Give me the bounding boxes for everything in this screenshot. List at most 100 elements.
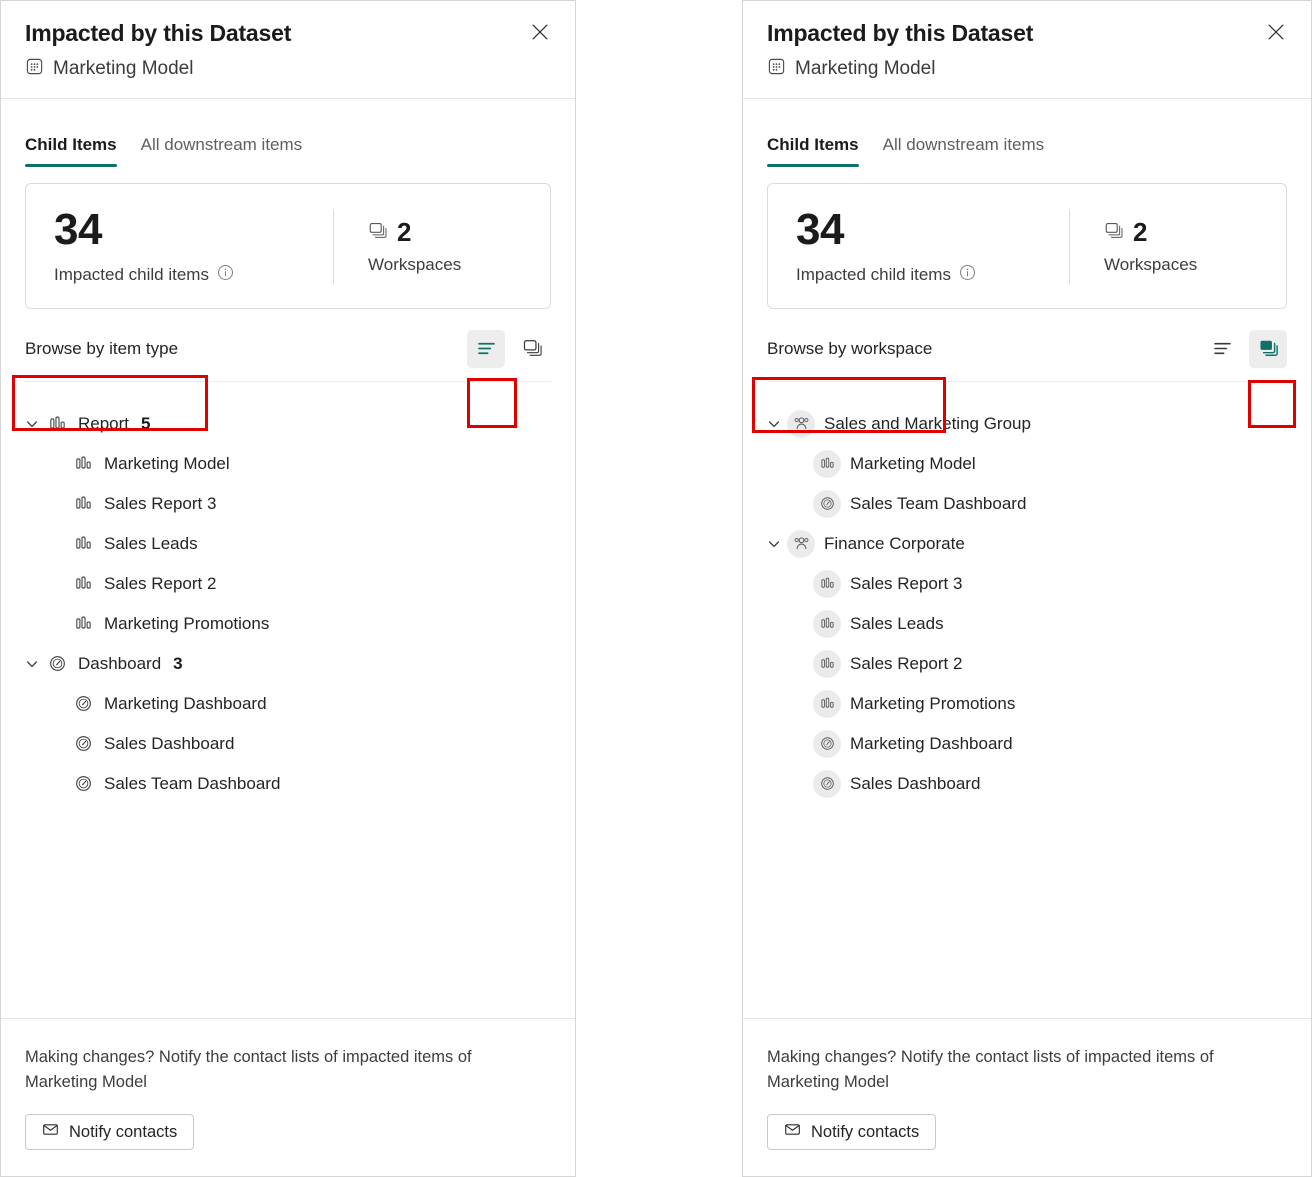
dataset-icon: [767, 57, 786, 82]
tree-item[interactable]: Sales Leads: [19, 524, 557, 564]
tablist: Child Items All downstream items: [767, 135, 1287, 167]
tree-item-label: Marketing Model: [850, 453, 976, 473]
dual-panel-comparison: Impacted by this Dataset Marketing Model: [0, 0, 1312, 1177]
tree-group-label: Sales and Marketing Group: [824, 413, 1031, 433]
panel-subtitle-label: Marketing Model: [53, 58, 194, 80]
tree-item[interactable]: Sales Dashboard: [761, 764, 1293, 804]
tree-item[interactable]: Sales Report 2: [19, 564, 557, 604]
impacted-items-label-row: Impacted child items: [796, 264, 1069, 286]
tree-item-label: Sales Team Dashboard: [850, 493, 1027, 513]
tree-item-label: Marketing Promotions: [850, 693, 1016, 713]
mail-icon: [784, 1121, 801, 1143]
tree-group-workspace[interactable]: Finance Corporate: [761, 524, 1293, 564]
impact-summary-card: 34 Impacted child items 2 Workspaces: [767, 182, 1287, 309]
panel-subtitle: Marketing Model: [767, 57, 1289, 82]
tab-all-downstream-items[interactable]: All downstream items: [141, 135, 303, 167]
tree-item[interactable]: Sales Leads: [761, 604, 1293, 644]
tree-item-label: Sales Report 3: [850, 573, 963, 593]
browse-by-workspace-toggle[interactable]: [513, 330, 551, 368]
tree-item-label: Sales Team Dashboard: [104, 773, 281, 793]
workspaces-stat: 2 Workspaces: [1070, 219, 1260, 275]
notify-contacts-label: Notify contacts: [69, 1122, 178, 1141]
tab-child-items[interactable]: Child Items: [767, 135, 859, 167]
report-icon: [813, 649, 841, 678]
tree-item[interactable]: Sales Report 3: [761, 564, 1293, 604]
impact-panel-item-type: Impacted by this Dataset Marketing Model: [0, 0, 576, 1177]
notify-contacts-label: Notify contacts: [811, 1122, 920, 1141]
browse-mode-label: Browse by item type: [25, 338, 179, 358]
tree-item[interactable]: Marketing Dashboard: [761, 724, 1293, 764]
panel-header: Impacted by this Dataset Marketing Model: [743, 1, 1311, 99]
dashboard-icon: [813, 769, 841, 798]
tree-item[interactable]: Sales Report 2: [761, 644, 1293, 684]
tree-item-label: Sales Report 3: [104, 493, 217, 513]
tree-group-dashboard[interactable]: Dashboard 3: [19, 644, 557, 684]
report-icon: [45, 414, 69, 433]
info-icon[interactable]: [217, 264, 234, 286]
browse-by-workspace-toggle[interactable]: [1249, 329, 1287, 368]
workspaces-label: Workspaces: [1104, 254, 1198, 274]
tabs-container: Child Items All downstream items: [1, 99, 575, 167]
panel-footer: Making changes? Notify the contact lists…: [1, 1017, 575, 1176]
impacted-items-label: Impacted child items: [54, 264, 209, 284]
panel-footer: Making changes? Notify the contact lists…: [743, 1017, 1311, 1176]
impacted-items-count: 34: [54, 204, 102, 254]
close-button[interactable]: [525, 17, 555, 47]
tree-item[interactable]: Sales Dashboard: [19, 724, 557, 764]
tree-item[interactable]: Marketing Model: [19, 444, 557, 484]
workspaces-count: 2: [397, 216, 412, 247]
report-icon: [813, 569, 841, 598]
workspaces-count-row: 2: [368, 219, 524, 245]
tree-item[interactable]: Sales Team Dashboard: [19, 764, 557, 804]
tree-item-label: Sales Report 2: [850, 653, 963, 673]
report-icon: [813, 689, 841, 718]
chevron-down-icon[interactable]: [19, 657, 45, 671]
tree-item[interactable]: Sales Team Dashboard: [761, 484, 1293, 524]
close-button[interactable]: [1261, 17, 1291, 47]
browse-toggle-group: [467, 329, 551, 368]
tree-group-label: Finance Corporate: [824, 533, 965, 553]
tree-item-label: Marketing Promotions: [104, 613, 270, 633]
tab-child-items[interactable]: Child Items: [25, 135, 117, 167]
report-icon: [71, 574, 95, 593]
dashboard-icon: [71, 774, 95, 793]
tab-all-downstream-items[interactable]: All downstream items: [883, 135, 1045, 167]
panel-gap: [576, 0, 742, 1177]
browse-controls: Browse by workspace: [767, 329, 1287, 369]
browse-mode-label: Browse by workspace: [767, 338, 933, 358]
tree-group-count: 5: [141, 413, 151, 433]
panel-subtitle-label: Marketing Model: [795, 58, 936, 80]
chevron-down-icon[interactable]: [761, 537, 787, 551]
tree-group-report[interactable]: Report 5: [19, 404, 557, 444]
tree-item[interactable]: Marketing Dashboard: [19, 684, 557, 724]
browse-by-item-type-toggle[interactable]: [467, 329, 505, 368]
browse-by-item-type-toggle[interactable]: [1203, 330, 1241, 368]
tree-item-label: Sales Dashboard: [104, 733, 235, 753]
impacted-items-label: Impacted child items: [796, 264, 951, 284]
report-icon: [71, 454, 95, 473]
tree-item-label: Marketing Dashboard: [850, 733, 1013, 753]
chevron-down-icon[interactable]: [761, 417, 787, 431]
report-icon: [813, 609, 841, 638]
tree-item[interactable]: Sales Report 3: [19, 484, 557, 524]
workspaces-count-row: 2: [1104, 219, 1260, 245]
tree-item[interactable]: Marketing Promotions: [19, 604, 557, 644]
impacted-items-label-row: Impacted child items: [54, 264, 333, 286]
workspaces-icon: [368, 219, 388, 245]
tree-group-workspace[interactable]: Sales and Marketing Group: [761, 404, 1293, 444]
page-title: Impacted by this Dataset: [25, 20, 292, 46]
chevron-down-icon[interactable]: [19, 417, 45, 431]
dashboard-icon: [813, 729, 841, 758]
tree-item-label: Marketing Dashboard: [104, 693, 267, 713]
tree-item[interactable]: Marketing Promotions: [761, 684, 1293, 724]
info-icon[interactable]: [959, 264, 976, 286]
footer-message: Making changes? Notify the contact lists…: [25, 1047, 472, 1092]
notify-contacts-button[interactable]: Notify contacts: [767, 1114, 937, 1150]
mail-icon: [42, 1121, 59, 1143]
browse-toggle-group: [1203, 329, 1287, 368]
tree-group-count: 3: [173, 653, 183, 673]
workspaces-stat: 2 Workspaces: [334, 219, 524, 275]
workspaces-icon: [1104, 219, 1124, 245]
tree-item[interactable]: Marketing Model: [761, 444, 1293, 484]
notify-contacts-button[interactable]: Notify contacts: [25, 1114, 195, 1150]
